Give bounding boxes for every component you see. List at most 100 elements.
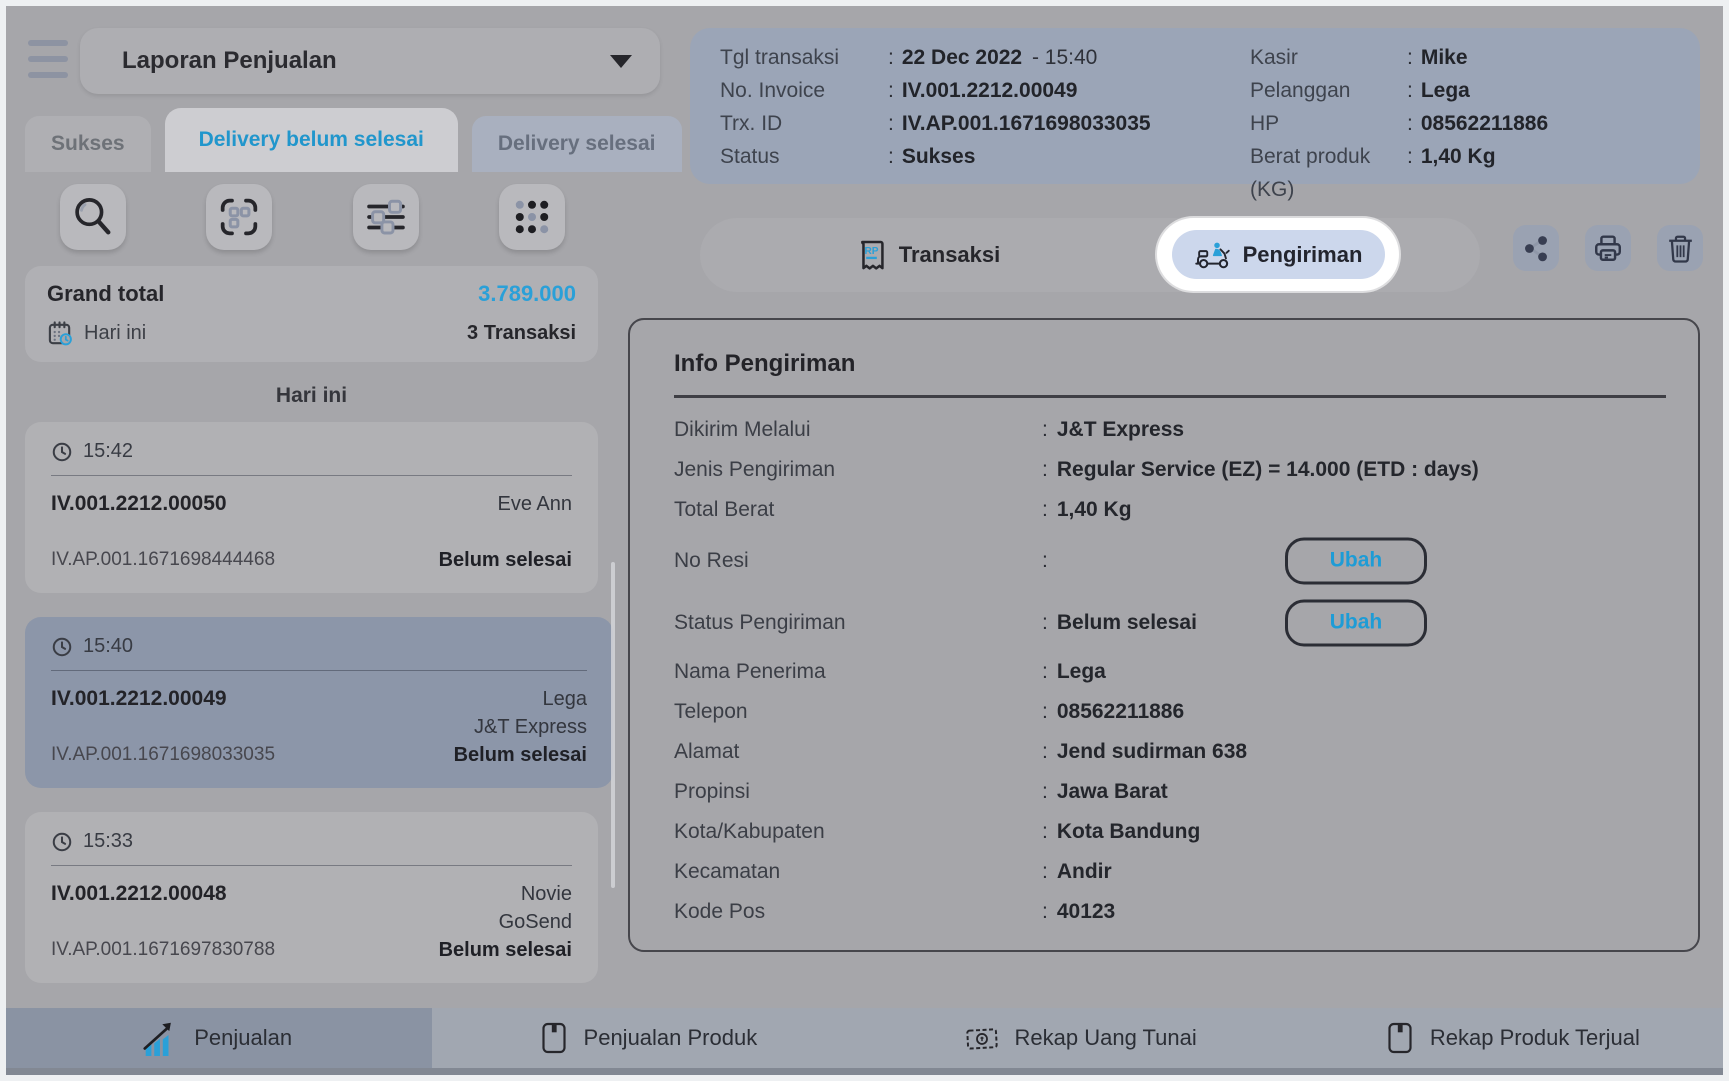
courier-name [439,519,572,545]
info-row-telepon: Telepon:08562211886 [674,692,1666,732]
share-button[interactable] [1513,225,1559,271]
nav-item-rekap-produk-terjual[interactable]: Rekap Produk Terjual [1297,1008,1729,1068]
detail-field-no-invoice: No. Invoice:IV.001.2212.00049 [720,74,1250,107]
info-row-status-pengiriman: Status Pengiriman:Belum selesaiUbah [674,596,1666,650]
trend-chart-icon [140,1019,178,1057]
filter-sliders-button[interactable] [353,184,419,250]
calendar-clock-icon [47,320,74,347]
info-value: Belum selesai [1057,611,1197,635]
receipt-rp-icon: RP [857,239,886,272]
grand-total-value: 3.789.000 [478,281,576,307]
list-toolbar [60,184,565,250]
grid-dots-button[interactable] [499,184,565,250]
info-label: Alamat [674,740,1042,764]
nav-item-label: Penjualan Produk [584,1025,758,1051]
nav-item-rekap-uang-tunai[interactable]: Rekap Uang Tunai [865,1008,1297,1068]
info-panel-title: Info Pengiriman [674,350,1666,378]
transaction-card[interactable]: 15:40IV.001.2212.00049IV.AP.001.16716980… [25,617,613,788]
delivery-scooter-icon [1195,240,1233,270]
ubah-button-status-pengiriman[interactable]: Ubah [1285,599,1427,646]
detail-field-value: Lega [1421,74,1470,107]
customer-name: Eve Ann [439,489,572,519]
detail-field-tgl-transaksi: Tgl transaksi:22 Dec 2022 - 15:40 [720,41,1250,74]
detail-field-value: Sukses [902,140,976,173]
clock-icon [51,441,73,463]
detail-field-pelanggan: Pelanggan:Lega [1250,74,1670,107]
detail-field-status: Status:Sukses [720,140,1250,173]
info-value: 1,40 Kg [1057,498,1132,522]
delivery-status: Belum selesai [439,545,572,575]
detail-field-hp: HP:08562211886 [1250,107,1670,140]
info-value: Lega [1057,660,1106,684]
detail-field-value: 22 Dec 2022 [902,41,1022,74]
detail-field-berat-produk-kg: Berat produk (KG):1,40 Kg [1250,140,1670,206]
info-label: Telepon [674,700,1042,724]
info-value: J&T Express [1057,418,1184,442]
detail-field-label: Tgl transaksi [720,41,888,74]
detail-field-label: Kasir [1250,41,1407,74]
info-label: Kota/Kabupaten [674,820,1042,844]
transactions-count: 3 Transaksi [467,322,576,345]
cash-icon [965,1025,999,1052]
transaction-time: 15:42 [83,440,133,463]
search-button[interactable] [60,184,126,250]
info-value: Kota Bandung [1057,820,1200,844]
info-label: Dikirim Melalui [674,418,1042,442]
bottom-band [0,1068,1729,1076]
info-value: 40123 [1057,900,1115,924]
transaction-time-row: 15:33 [51,830,572,866]
info-row-propinsi: Propinsi:Jawa Barat [674,772,1666,812]
report-type-dropdown[interactable]: Laporan Penjualan [80,28,660,94]
customer-name: Novie [439,879,572,909]
share-icon [1521,233,1551,263]
delivery-status: Belum selesai [454,740,587,770]
filter-tabs: SuksesDelivery belum selesaiDelivery sel… [25,108,682,172]
filter-tab-delivery-selesai[interactable]: Delivery selesai [472,116,682,172]
document-icon [540,1021,568,1055]
nav-item-penjualan[interactable]: Penjualan [0,1008,432,1068]
transaction-card[interactable]: 15:42IV.001.2212.00050IV.AP.001.16716984… [25,422,598,593]
svg-text:RP: RP [864,246,878,257]
transaction-time: 15:33 [83,830,133,853]
tab-pengiriman[interactable]: Pengiriman [1172,230,1385,279]
nav-item-penjualan-produk[interactable]: Penjualan Produk [432,1008,864,1068]
detail-field-kasir: Kasir:Mike [1250,41,1670,74]
document-icon [1386,1021,1414,1055]
transaction-detail-header: Tgl transaksi:22 Dec 2022 - 15:40No. Inv… [690,28,1700,184]
clock-icon [51,831,73,853]
detail-tab-bar: RP Transaksi Pengiriman [700,218,1480,292]
print-button[interactable] [1585,225,1631,271]
info-label: Total Berat [674,498,1042,522]
transaction-id: IV.AP.001.1671698444468 [51,545,275,575]
info-value: 08562211886 [1057,700,1184,724]
tab-transaksi[interactable]: RP Transaksi [700,218,1157,292]
info-label: Jenis Pengiriman [674,458,1042,482]
detail-field-label: No. Invoice [720,74,888,107]
info-row-alamat: Alamat:Jend sudirman 638 [674,732,1666,772]
ubah-button-no-resi[interactable]: Ubah [1285,537,1427,584]
grand-total-card: Grand total 3.789.000 Hari ini 3 Transak… [25,266,598,362]
list-scrollbar[interactable] [611,562,615,888]
search-icon [71,195,115,239]
page-title: Laporan Penjualan [122,47,337,75]
scan-icon [218,196,260,238]
app-root: Laporan Penjualan SuksesDelivery belum s… [0,0,1729,1081]
transaction-time-row: 15:40 [51,635,587,671]
filter-tab-sukses[interactable]: Sukses [25,116,151,172]
filter-tab-delivery-belum-selesai[interactable]: Delivery belum selesai [165,108,458,172]
menu-icon[interactable] [28,40,68,78]
info-label: Kecamatan [674,860,1042,884]
info-row-total-berat: Total Berat:1,40 Kg [674,490,1666,530]
scan-button[interactable] [206,184,272,250]
transaction-list: 15:42IV.001.2212.00050IV.AP.001.16716984… [25,422,613,983]
transaction-id: IV.AP.001.1671698033035 [51,740,275,770]
detail-field-label: Berat produk (KG) [1250,140,1407,206]
info-pengiriman-panel: Info Pengiriman Dikirim Melalui:J&T Expr… [628,318,1700,952]
chevron-down-icon [610,55,632,68]
invoice-number: IV.001.2212.00048 [51,879,275,909]
tutorial-spotlight: Pengiriman [1157,218,1399,291]
transaction-card[interactable]: 15:33IV.001.2212.00048IV.AP.001.16716978… [25,812,598,983]
info-label: Propinsi [674,780,1042,804]
trash-button[interactable] [1657,225,1703,271]
nav-item-label: Rekap Produk Terjual [1430,1025,1640,1051]
